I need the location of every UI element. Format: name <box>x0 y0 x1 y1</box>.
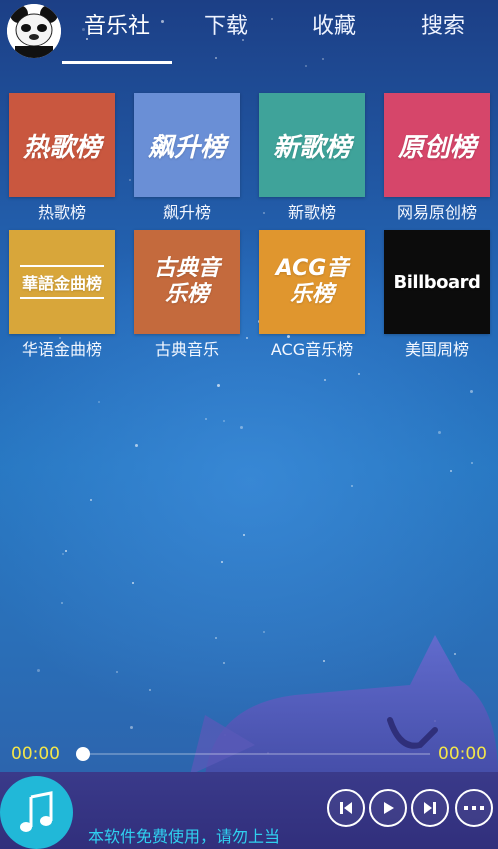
progress-thumb[interactable] <box>76 747 90 761</box>
chart-item-hot[interactable]: 热歌榜 热歌榜 <box>9 93 115 224</box>
star <box>324 379 326 381</box>
star <box>65 550 67 552</box>
star <box>61 602 63 604</box>
tab-download[interactable]: 下载 <box>178 12 274 42</box>
current-time: 00:00 <box>11 744 60 764</box>
chart-logo: 热歌榜 <box>22 132 101 163</box>
chart-cover: 華語金曲榜 <box>9 230 115 334</box>
star <box>221 561 223 563</box>
previous-button[interactable] <box>327 789 365 827</box>
free-use-notice: 本软件免费使用，请勿上当 <box>88 827 281 846</box>
chart-label: 热歌榜 <box>37 203 86 222</box>
star <box>62 553 64 555</box>
star <box>98 401 100 403</box>
chart-cover: ACG音乐榜 <box>259 230 365 334</box>
star <box>132 582 134 584</box>
chart-logo: 華語金曲榜 <box>19 265 104 299</box>
star <box>470 390 473 393</box>
music-note-icon <box>19 790 52 832</box>
chart-item-new[interactable]: 新歌榜 新歌榜 <box>259 93 365 224</box>
play-icon <box>384 802 394 814</box>
chart-cover: 原创榜 <box>384 93 490 197</box>
chart-logo: 新歌榜 <box>272 132 351 163</box>
chart-logo: ACG音乐榜 <box>275 256 349 307</box>
star <box>240 426 243 429</box>
tab-favorites[interactable]: 收藏 <box>286 12 382 42</box>
chart-item-rising[interactable]: 飙升榜 飙升榜 <box>134 93 240 224</box>
chart-label: 新歌榜 <box>287 203 336 222</box>
star <box>243 534 245 536</box>
progress-track[interactable] <box>82 753 430 755</box>
chart-cover: 飙升榜 <box>134 93 240 197</box>
avatar[interactable] <box>7 4 61 58</box>
chart-label: 古典音乐 <box>154 340 219 359</box>
star <box>116 671 118 673</box>
chart-item-acg[interactable]: ACG音乐榜 ACG音乐榜 <box>259 230 365 361</box>
total-time: 00:00 <box>438 744 487 764</box>
star <box>351 485 353 487</box>
chart-item-netease-original[interactable]: 原创榜 网易原创榜 <box>384 93 490 224</box>
chart-cover: 热歌榜 <box>9 93 115 197</box>
star <box>217 384 220 387</box>
top-tab-bar: 音乐社 下载 收藏 搜索 <box>0 0 498 64</box>
chart-label: 飙升榜 <box>162 203 211 222</box>
chart-label: 网易原创榜 <box>396 203 477 222</box>
chart-cover: 新歌榜 <box>259 93 365 197</box>
star <box>205 418 207 420</box>
chart-label: 华语金曲榜 <box>21 340 102 359</box>
chart-cover: 古典音乐榜 <box>134 230 240 334</box>
star <box>358 373 360 375</box>
chart-item-chinese-hits[interactable]: 華語金曲榜 华语金曲榜 <box>9 230 115 361</box>
skip-previous-icon <box>340 802 352 814</box>
star <box>471 462 473 464</box>
chart-logo: 原创榜 <box>397 132 476 163</box>
next-button[interactable] <box>411 789 449 827</box>
star <box>450 470 452 472</box>
chart-label: 美国周榜 <box>404 340 469 359</box>
star <box>90 499 92 501</box>
skip-next-icon <box>424 802 436 814</box>
chart-item-us-weekly[interactable]: Billboard 美国周榜 <box>384 230 490 361</box>
star <box>129 179 131 181</box>
chart-item-classical[interactable]: 古典音乐榜 古典音乐 <box>134 230 240 361</box>
star <box>438 431 441 434</box>
more-icon <box>464 806 484 810</box>
tab-music-community[interactable]: 音乐社 <box>69 12 165 42</box>
play-button[interactable] <box>369 789 407 827</box>
chart-label: ACG音乐榜 <box>270 340 354 359</box>
star <box>37 669 40 672</box>
star <box>130 726 133 729</box>
star <box>135 444 138 447</box>
panda-avatar-icon <box>7 4 61 58</box>
chart-logo: 飙升榜 <box>147 132 226 163</box>
chart-logo: 古典音乐榜 <box>153 256 220 307</box>
star <box>305 65 307 67</box>
star <box>223 420 225 422</box>
tab-indicator <box>62 61 172 64</box>
more-button[interactable] <box>455 789 493 827</box>
star <box>149 689 151 691</box>
now-playing-button[interactable] <box>0 776 73 849</box>
chart-cover: Billboard <box>384 230 490 334</box>
billboard-logo: Billboard <box>393 271 481 293</box>
tab-search[interactable]: 搜索 <box>395 12 491 42</box>
